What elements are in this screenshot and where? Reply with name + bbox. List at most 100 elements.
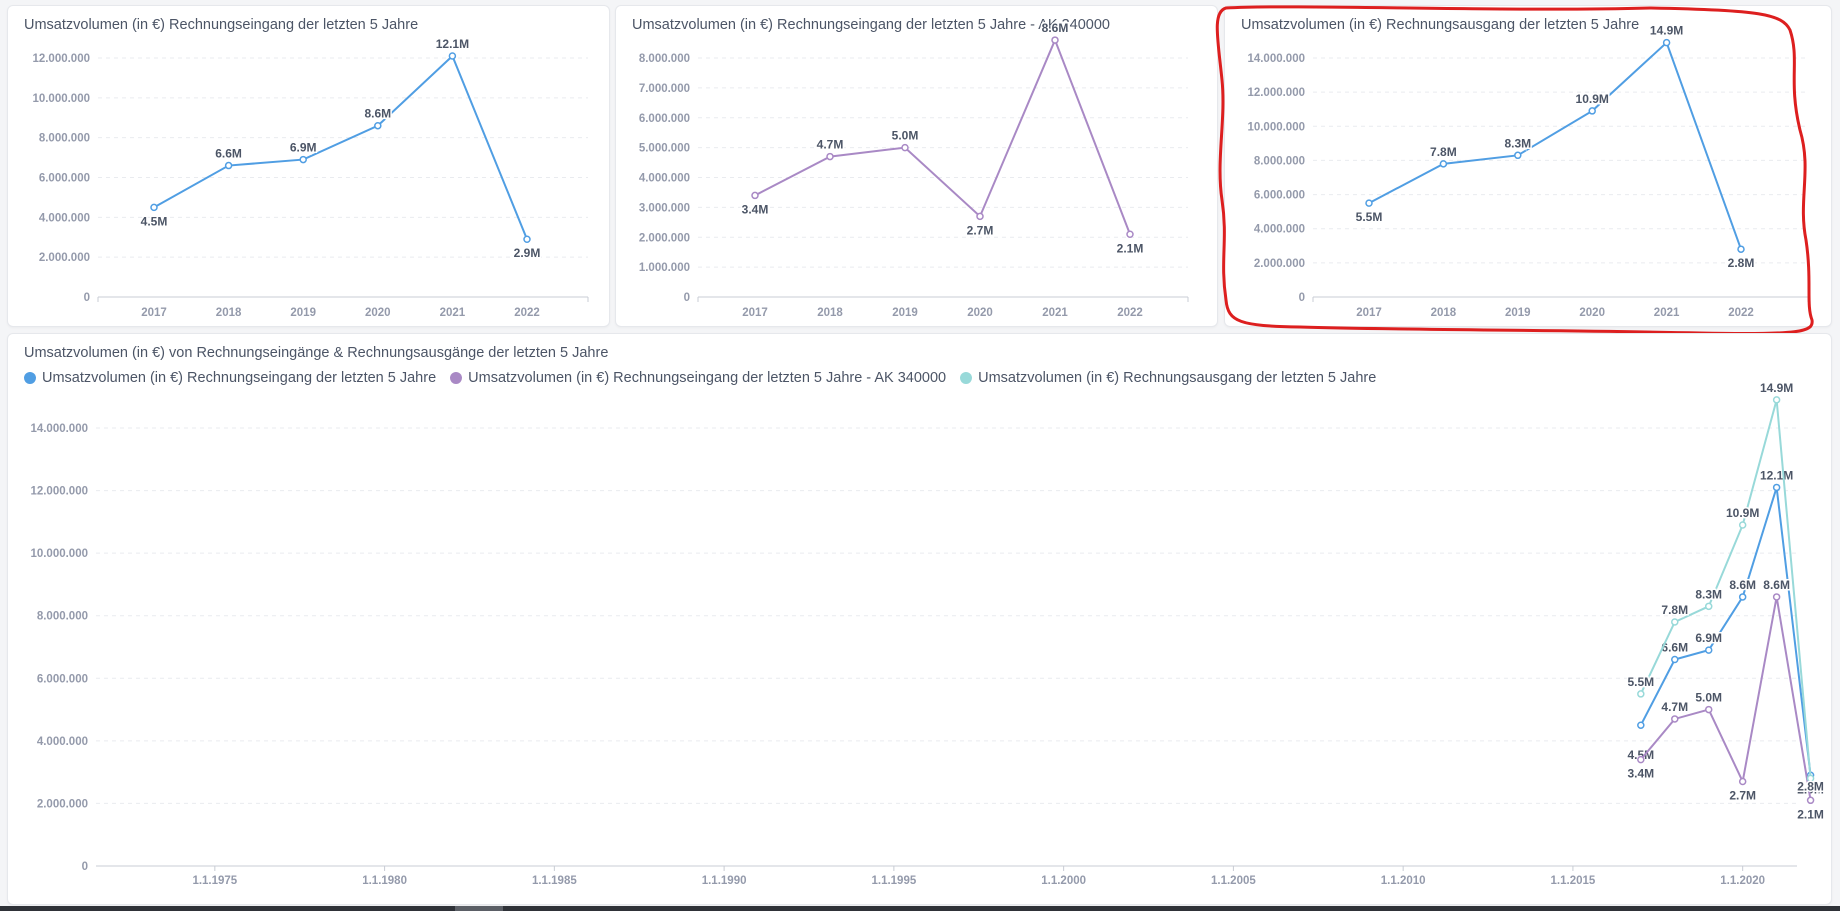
scrollbar-thumb[interactable]: [455, 906, 503, 911]
line-chart-rechnungsausgang: 0 2.000.000 4.000.000 6.000.000 8.000.000 10.…: [1247, 22, 1809, 319]
x-tick-label: 2022: [514, 307, 540, 319]
x-tick-label: 2021: [1042, 307, 1068, 319]
data-point: [1671, 655, 1679, 664]
data-label: 2.1M: [1797, 807, 1824, 821]
data-label: 2.1M: [1117, 241, 1144, 255]
x-tick-label: 2021: [440, 307, 466, 319]
chart-card-rechnungsausgang[interactable]: Umsatzvolumen (in €) Rechnungsausgang de…: [1224, 5, 1832, 327]
series-line: [1640, 596, 1812, 801]
data-point: [150, 203, 158, 212]
line-chart-rechnungseingang: 0 2.000.000 4.000.000 6.000.000 8.000.000 10.…: [32, 36, 589, 319]
y-tick-label: 7.000.000: [639, 83, 690, 95]
data-point: [1737, 245, 1745, 253]
x-tick-label: 1.1.2015: [1551, 875, 1596, 887]
data-label: 2.8M: [1797, 779, 1824, 793]
y-tick-label: 10.000.000: [32, 93, 90, 105]
y-tick-label: 10.000.000: [30, 548, 88, 560]
y-tick-label: 8.000.000: [639, 53, 690, 65]
data-point: [1738, 777, 1747, 786]
x-tick-label: 1.1.2010: [1381, 875, 1426, 887]
chart-card-rechnungseingang-ak[interactable]: Umsatzvolumen (in €) Rechnungseingang de…: [615, 5, 1218, 327]
x-tick-label: 2018: [1431, 307, 1457, 319]
x-tick-label: 2020: [1579, 307, 1605, 319]
chart-card-combined[interactable]: Umsatzvolumen (in €) von Rechnungseingän…: [7, 333, 1832, 905]
x-tick-label: 1.1.1985: [532, 875, 577, 887]
y-tick-label: 6.000.000: [39, 173, 90, 185]
x-tick-label: 2019: [1505, 307, 1531, 319]
x-tick-label: 2022: [1728, 307, 1754, 319]
data-label: 5.5M: [1627, 675, 1654, 689]
data-label: 2.9M: [514, 246, 541, 260]
data-label: 7.8M: [1430, 145, 1457, 159]
x-tick-label: 2017: [141, 307, 167, 319]
data-label: 10.9M: [1576, 92, 1609, 106]
data-label: 8.3M: [1695, 587, 1722, 601]
x-tick-label: 1.1.2005: [1211, 875, 1256, 887]
data-point: [976, 212, 984, 221]
data-label: 14.9M: [1760, 381, 1793, 395]
data-label: 4.7M: [1661, 700, 1688, 714]
data-label: 7.8M: [1661, 603, 1688, 617]
line-chart-combined: 0 2.000.000 4.000.000 6.000.000 8.000.000 10.…: [30, 379, 1825, 887]
y-tick-label: 12.000.000: [32, 53, 90, 65]
data-label: 4.5M: [141, 214, 168, 228]
data-point: [1637, 755, 1645, 764]
x-tick-label: 2020: [967, 307, 993, 319]
y-tick-label: 0: [84, 292, 90, 304]
y-tick-label: 12.000.000: [1247, 87, 1305, 99]
y-tick-label: 6.000.000: [639, 113, 690, 125]
data-label: 10.9M: [1726, 506, 1759, 520]
data-label: 14.9M: [1650, 24, 1683, 38]
data-point: [1588, 107, 1596, 115]
data-point: [1051, 36, 1059, 44]
data-label: 3.4M: [1627, 767, 1654, 781]
y-tick-label: 1.000.000: [639, 262, 690, 274]
data-label: 8.6M: [364, 107, 391, 121]
data-label: 6.9M: [1695, 631, 1722, 645]
x-tick-label: 1.1.1980: [362, 875, 407, 887]
data-point: [523, 235, 531, 243]
data-label: 12.1M: [436, 37, 469, 51]
x-tick-label: 1.1.2020: [1720, 875, 1765, 887]
data-label: 5.0M: [1695, 691, 1722, 705]
data-point: [901, 143, 909, 152]
x-tick-label: 1.1.2000: [1041, 875, 1086, 887]
x-tick-label: 1.1.1975: [192, 875, 237, 887]
series-line: [1639, 487, 1812, 776]
data-point: [1738, 521, 1747, 529]
data-point: [1662, 38, 1671, 47]
x-tick-label: 2020: [365, 307, 391, 319]
data-point: [1637, 690, 1645, 698]
y-tick-label: 0: [1299, 292, 1305, 304]
data-point: [1704, 602, 1713, 611]
x-tick-label: 2018: [216, 307, 242, 319]
x-tick-label: 2022: [1117, 307, 1143, 319]
y-tick-label: 3.000.000: [639, 202, 690, 214]
data-label: 8.6M: [1763, 578, 1790, 592]
y-tick-label: 4.000.000: [1254, 224, 1305, 236]
chart-card-rechnungseingang[interactable]: Umsatzvolumen (in €) Rechnungseingang de…: [7, 5, 610, 327]
data-point: [1806, 796, 1815, 805]
x-tick-label: 2017: [1356, 307, 1382, 319]
y-tick-label: 2.000.000: [639, 232, 690, 244]
y-tick-label: 14.000.000: [30, 423, 88, 435]
y-tick-label: 2.000.000: [37, 798, 88, 810]
data-point: [1772, 396, 1781, 404]
x-tick-label: 1.1.1995: [871, 875, 916, 887]
bottom-scrollbar[interactable]: [0, 906, 1840, 911]
x-tick-label: 2021: [1654, 307, 1680, 319]
data-point: [299, 155, 307, 164]
data-label: 8.3M: [1504, 136, 1531, 150]
line-chart-rechnungseingang-ak: 0 1.000.000 2.000.000 3.000.000 4.000.000 5.0…: [639, 20, 1189, 319]
data-point: [1671, 715, 1679, 723]
y-tick-label: 4.000.000: [639, 173, 690, 185]
data-label: 2.7M: [967, 223, 994, 237]
x-tick-label: 2018: [817, 307, 843, 319]
data-point: [224, 161, 233, 170]
data-point: [1439, 160, 1448, 168]
y-tick-label: 2.000.000: [39, 252, 90, 264]
data-label: 2.7M: [1729, 789, 1756, 803]
data-point: [1738, 593, 1747, 601]
data-point: [1772, 483, 1781, 492]
data-point: [1365, 199, 1373, 207]
